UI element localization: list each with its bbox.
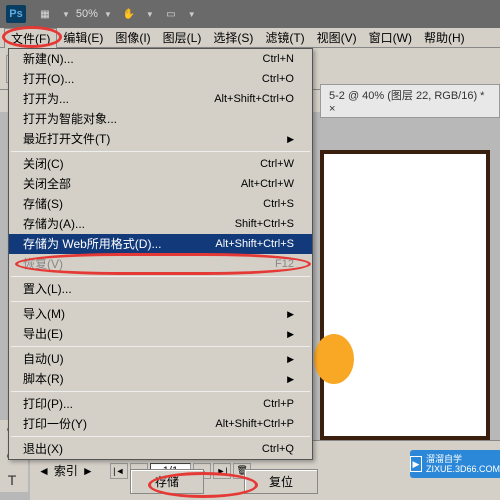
index-label: 索引 — [54, 462, 78, 479]
submenu-arrow-icon: ▶ — [287, 326, 294, 342]
menu-new[interactable]: 新建(N)...Ctrl+N — [9, 49, 312, 69]
menu-separator — [11, 346, 310, 347]
canvas[interactable] — [320, 150, 490, 440]
menu-close[interactable]: 关闭(C)Ctrl+W — [9, 154, 312, 174]
menu-separator — [11, 436, 310, 437]
menu-image[interactable]: 图像(I) — [109, 28, 156, 47]
menu-layer[interactable]: 图层(L) — [157, 28, 208, 47]
zoom-value[interactable]: 50% — [76, 8, 98, 20]
menu-open[interactable]: 打开(O)...Ctrl+O — [9, 69, 312, 89]
menu-bar: 文件(F) 编辑(E) 图像(I) 图层(L) 选择(S) 滤镜(T) 视图(V… — [0, 28, 500, 48]
watermark-url: ZIXUE.3D66.COM — [426, 464, 500, 474]
menu-place[interactable]: 置入(L)... — [9, 279, 312, 299]
save-button[interactable]: 存储 — [130, 469, 204, 494]
menu-revert: 恢复(V)F12 — [9, 254, 312, 274]
menu-save-as[interactable]: 存储为(A)...Shift+Ctrl+S — [9, 214, 312, 234]
app-logo: Ps — [6, 5, 26, 23]
watermark: ▶ 溜溜自学 ZIXUE.3D66.COM — [410, 450, 500, 478]
bridge-icon[interactable]: ▦ — [34, 5, 56, 23]
dropdown-arrow-icon[interactable]: ▼ — [146, 10, 154, 19]
dropdown-arrow-icon[interactable]: ▼ — [62, 10, 70, 19]
menu-open-as[interactable]: 打开为...Alt+Shift+Ctrl+O — [9, 89, 312, 109]
menu-window[interactable]: 窗口(W) — [363, 28, 418, 47]
type-tool-icon[interactable]: T — [0, 468, 24, 492]
nav-next-icon[interactable]: ► — [82, 464, 94, 478]
submenu-arrow-icon: ▶ — [287, 351, 294, 367]
menu-scripts[interactable]: 脚本(R)▶ — [9, 369, 312, 389]
menu-exit[interactable]: 退出(X)Ctrl+Q — [9, 439, 312, 459]
menu-save[interactable]: 存储(S)Ctrl+S — [9, 194, 312, 214]
dropdown-arrow-icon[interactable]: ▼ — [188, 10, 196, 19]
canvas-shape — [314, 334, 354, 384]
menu-separator — [11, 301, 310, 302]
title-bar: Ps ▦ ▼ 50% ▼ ✋ ▼ ▭ ▼ — [0, 0, 500, 28]
watermark-brand: 溜溜自学 — [426, 454, 500, 464]
menu-save-for-web[interactable]: 存储为 Web所用格式(D)...Alt+Shift+Ctrl+S — [9, 234, 312, 254]
file-dropdown: 新建(N)...Ctrl+N 打开(O)...Ctrl+O 打开为...Alt+… — [8, 48, 313, 460]
menu-separator — [11, 391, 310, 392]
index-control: ◄ 索引 ► — [38, 462, 94, 479]
menu-open-smart[interactable]: 打开为智能对象... — [9, 109, 312, 129]
first-page-icon[interactable]: |◄ — [110, 463, 128, 479]
menu-view[interactable]: 视图(V) — [311, 28, 363, 47]
hand-tool-icon[interactable]: ✋ — [118, 5, 140, 23]
dropdown-arrow-icon[interactable]: ▼ — [104, 10, 112, 19]
menu-export[interactable]: 导出(E)▶ — [9, 324, 312, 344]
menu-edit[interactable]: 编辑(E) — [57, 28, 109, 47]
submenu-arrow-icon: ▶ — [287, 306, 294, 322]
menu-separator — [11, 276, 310, 277]
document-tab[interactable]: 5-2 @ 40% (图层 22, RGB/16) * × — [320, 84, 500, 118]
view-tool-icon[interactable]: ▭ — [160, 5, 182, 23]
menu-separator — [11, 151, 310, 152]
menu-filter[interactable]: 滤镜(T) — [259, 28, 310, 47]
titlebar-controls: ▦ ▼ 50% ▼ ✋ ▼ ▭ ▼ — [34, 5, 196, 23]
menu-close-all[interactable]: 关闭全部Alt+Ctrl+W — [9, 174, 312, 194]
submenu-arrow-icon: ▶ — [287, 371, 294, 387]
menu-automate[interactable]: 自动(U)▶ — [9, 349, 312, 369]
menu-recent[interactable]: 最近打开文件(T)▶ — [9, 129, 312, 149]
play-icon: ▶ — [410, 456, 422, 472]
menu-file[interactable]: 文件(F) — [4, 28, 57, 48]
menu-select[interactable]: 选择(S) — [207, 28, 259, 47]
menu-print-one[interactable]: 打印一份(Y)Alt+Shift+Ctrl+P — [9, 414, 312, 434]
menu-import[interactable]: 导入(M)▶ — [9, 304, 312, 324]
nav-prev-icon[interactable]: ◄ — [38, 464, 50, 478]
menu-help[interactable]: 帮助(H) — [418, 28, 471, 47]
menu-print[interactable]: 打印(P)...Ctrl+P — [9, 394, 312, 414]
submenu-arrow-icon: ▶ — [287, 131, 294, 147]
reset-button[interactable]: 复位 — [244, 469, 318, 494]
